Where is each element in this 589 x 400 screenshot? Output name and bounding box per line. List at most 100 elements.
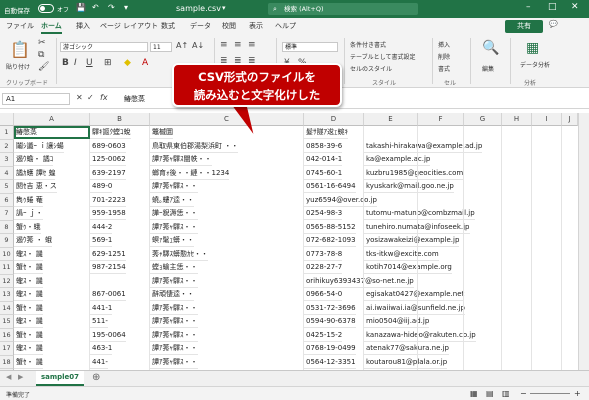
close-icon[interactable]: ✕ (571, 2, 579, 12)
cell-c7[interactable]: 譁ｰ貎溽恁・・ (150, 207, 198, 220)
tab-insert[interactable]: 挿入 (76, 21, 90, 31)
cell-e13[interactable]: egisakat0427@example.net (364, 288, 465, 301)
cell-c9[interactable]: 螟ｧ髦ｪ蠎・・ (150, 234, 194, 247)
cell-a12[interactable]: 蟶ｽ・ 譏 (14, 275, 43, 288)
cell-e5[interactable]: kyuskark@mail.goo.ne.jp (364, 180, 454, 193)
vertical-scrollbar[interactable] (578, 113, 589, 370)
column-header-i[interactable]: I (532, 113, 562, 126)
cell-b9[interactable]: 569-1 (90, 234, 113, 247)
cell-a6[interactable]: 雋ｩ蜷 菴 (14, 194, 43, 207)
tab-review[interactable]: 校閲 (222, 21, 236, 31)
cell-a7[interactable]: 譌ｰ ｊ・ (14, 207, 43, 220)
cell-e3[interactable]: ka@example.ac.jp (364, 153, 431, 166)
row-header[interactable]: 11 (0, 261, 14, 275)
cell-e16[interactable]: kanazawa-hideo@rakuten.co.jp (364, 329, 476, 342)
delete-cells-button[interactable]: 削除 (438, 52, 450, 61)
format-painter-icon[interactable]: 🖌 (38, 62, 49, 72)
font-color-icon[interactable]: A (142, 58, 148, 68)
increase-font-icon[interactable]: A↑ (176, 41, 188, 50)
cell-d13[interactable]: 0966-54-0 (304, 288, 343, 301)
cell-a13[interactable]: 蟶ｽ・ 譏 (14, 288, 43, 301)
conditional-format-button[interactable]: 条件付き書式 (350, 40, 386, 49)
cell-a9[interactable]: 遏ｳ莠 ・ 蛾 (14, 234, 52, 247)
cell-c6[interactable]: 蟯｡螻ｱ逵・・ (150, 194, 194, 207)
page-layout-view-icon[interactable]: ▤ (486, 389, 494, 398)
tab-page-layout[interactable]: ページ レイアウト (100, 21, 158, 31)
cell-a5[interactable]: 閼ｾ吉 恵・ス (14, 180, 57, 193)
row-header[interactable]: 9 (0, 234, 14, 248)
row-header[interactable]: 13 (0, 288, 14, 302)
cut-icon[interactable]: ✂ (38, 38, 46, 48)
page-break-view-icon[interactable]: ▥ (502, 389, 510, 398)
cell-c5[interactable]: 譚ｱ莠ｬ驛ｽ・・ (150, 180, 198, 193)
cell-d16[interactable]: 0425-15-2 (304, 329, 343, 342)
row-header[interactable]: 8 (0, 220, 14, 234)
formula-input[interactable]: 鰆憋蒸 (124, 94, 145, 104)
paste-label[interactable]: 貼り付け (6, 62, 30, 71)
cell-e14[interactable]: ai.iwaiiwai.ia@sunfield.ne.jp (364, 302, 465, 315)
select-all-corner[interactable] (0, 113, 14, 126)
number-format-select[interactable]: 標準 (282, 42, 338, 52)
decrease-font-icon[interactable]: A↓ (192, 41, 204, 50)
cell-c2[interactable]: 鳥取県東伯郡湯梨浜町 ・・ (150, 140, 239, 153)
autosave-toggle[interactable] (38, 4, 54, 13)
cell-d2[interactable]: 0858-39-6 (304, 140, 343, 153)
cell-d15[interactable]: 0594-90-6378 (304, 315, 356, 328)
cell-e18[interactable]: koutarou81@plala.or.jp (364, 356, 448, 369)
search-box[interactable]: ⌕ 検索 (Alt+Q) (268, 3, 418, 15)
cell-d12[interactable]: orihikuy6393437@so-net.ne.jp (304, 275, 414, 288)
row-header[interactable]: 15 (0, 315, 14, 329)
cell-d18[interactable]: 0564-12-3351 (304, 356, 356, 369)
cell-d6[interactable]: yuz6594@over.co.jp (304, 194, 377, 207)
cell-b16[interactable]: 195-0064 (90, 329, 126, 342)
cell-b6[interactable]: 701-2223 (90, 194, 126, 207)
cancel-icon[interactable]: ✕ (76, 93, 83, 102)
cell-e11[interactable]: kotih7014@example.org (364, 261, 452, 274)
normal-view-icon[interactable]: ▦ (470, 389, 478, 398)
column-header-a[interactable]: A (14, 113, 90, 126)
cell-b17[interactable]: 463-1 (90, 342, 113, 355)
cell-a10[interactable]: 蟶ｽ・ 譏 (14, 248, 43, 261)
cell-c4[interactable]: 螂育ｫ後・・縺・・1234 (150, 167, 230, 180)
italic-icon[interactable]: I (74, 58, 77, 68)
zoom-slider[interactable] (530, 393, 570, 394)
cell-c1[interactable]: 鼈槭圜 (150, 126, 173, 139)
font-name-select[interactable]: 游ゴシック (60, 42, 148, 52)
insert-cells-button[interactable]: 挿入 (438, 40, 450, 49)
tab-file[interactable]: ファイル (6, 21, 34, 31)
row-header[interactable]: 10 (0, 247, 14, 261)
row-header[interactable]: 18 (0, 355, 14, 369)
column-header-c[interactable]: C (150, 113, 304, 126)
tab-home[interactable]: ホーム (41, 21, 62, 34)
cell-c15[interactable]: 譚ｱ莠ｬ驛ｽ・・ (150, 315, 198, 328)
cell-d9[interactable]: 072-682-1093 (304, 234, 356, 247)
prev-sheet-icon[interactable]: ◀ (6, 373, 11, 381)
column-header-d[interactable]: D (304, 113, 364, 126)
cell-e7[interactable]: tutomu-matuno@combzmail.jp (364, 207, 475, 220)
cell-c17[interactable]: 譚ｱ莠ｬ驛ｽ・・ (150, 342, 198, 355)
column-header-h[interactable]: H (502, 113, 532, 126)
cell-b1[interactable]: 驛ｷ謳ｸ螳ｺ蛻 (90, 126, 131, 139)
row-header[interactable]: 5 (0, 180, 14, 194)
cell-c11[interactable]: 螳ｮ蝓主恁・・ (150, 261, 198, 274)
sheet-tab-sample07[interactable]: sample07 (36, 371, 84, 386)
cell-d17[interactable]: 0768-19-0499 (304, 342, 356, 355)
cell-b8[interactable]: 444-2 (90, 221, 113, 234)
cell-d5[interactable]: 0561-16-6494 (304, 180, 356, 193)
cell-c8[interactable]: 譚ｱ莠ｬ驛ｽ・・ (150, 221, 198, 234)
cell-b11[interactable]: 987-2154 (90, 261, 126, 274)
redo-icon[interactable]: ↷ (108, 3, 115, 12)
search-edit-icon[interactable]: 🔍 (482, 40, 499, 56)
cell-a14[interactable]: 蟹ｾ・ 譏 (14, 302, 43, 315)
cell-b4[interactable]: 639-2197 (90, 167, 126, 180)
cell-e2[interactable]: takashi-hirakawa@example.ad.jp (364, 140, 483, 153)
cell-b3[interactable]: 125-0062 (90, 153, 126, 166)
maximize-icon[interactable]: □ (548, 2, 557, 12)
cell-b5[interactable]: 489-0 (90, 180, 113, 193)
cell-e15[interactable]: mio0504@iij.ad.jp (364, 315, 430, 328)
cell-b7[interactable]: 959-1958 (90, 207, 126, 220)
cell-c3[interactable]: 譚ｱ莠ｬ驛ｽ闡帙・・ (150, 153, 212, 166)
cell-b10[interactable]: 629-1251 (90, 248, 126, 261)
cell-d14[interactable]: 0531-72-3696 (304, 302, 356, 315)
cell-d7[interactable]: 0254-98-3 (304, 207, 343, 220)
